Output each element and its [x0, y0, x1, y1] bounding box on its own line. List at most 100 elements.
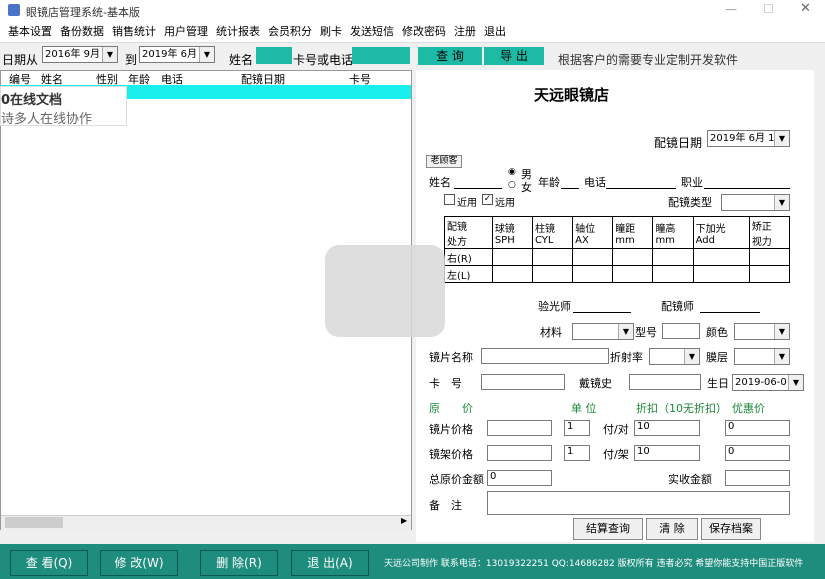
- coating-select[interactable]: ▼: [734, 348, 790, 365]
- fitting-date-select[interactable]: 2019年 6月 1日 ▼: [707, 130, 790, 147]
- remark-label: 备 注: [429, 499, 462, 512]
- actual-field[interactable]: [725, 470, 790, 486]
- history-field[interactable]: [629, 374, 701, 390]
- female-radio[interactable]: ○: [508, 180, 516, 190]
- name-input[interactable]: [256, 47, 292, 64]
- calc-button[interactable]: 结算查询: [573, 518, 643, 540]
- date-from-label: 日期从: [2, 53, 39, 67]
- rx-cell[interactable]: [531, 265, 574, 283]
- frame-qty-field[interactable]: 1: [564, 445, 590, 461]
- edit-button[interactable]: 修 改(W): [100, 550, 178, 576]
- exit-button[interactable]: 退 出(A): [291, 550, 369, 576]
- material-select[interactable]: ▼: [572, 323, 634, 340]
- menu-item[interactable]: 退出: [480, 20, 510, 42]
- rx-cell[interactable]: [748, 265, 791, 283]
- menu-item[interactable]: 注册: [450, 20, 480, 42]
- menu-item[interactable]: 发送短信: [346, 20, 398, 42]
- birthday-select[interactable]: 2019-06-0 ▼: [732, 374, 804, 391]
- delete-button[interactable]: 删 除(R): [200, 550, 278, 576]
- menu-item[interactable]: 用户管理: [160, 20, 212, 42]
- rx-cell[interactable]: [531, 248, 574, 266]
- preferential-label: 优惠价: [732, 402, 765, 415]
- date-from-select[interactable]: 2016年 9月 4 ▼: [42, 46, 118, 63]
- name-field[interactable]: [454, 174, 502, 189]
- chevron-down-icon: ▼: [774, 195, 789, 210]
- close-button[interactable]: ✕: [800, 1, 811, 16]
- name-label: 姓名: [229, 53, 254, 67]
- lens-qty-field[interactable]: 1: [564, 420, 590, 436]
- rx-cell[interactable]: [652, 248, 694, 266]
- type-select[interactable]: ▼: [721, 194, 790, 211]
- chevron-down-icon: ▼: [774, 324, 789, 339]
- menu-item[interactable]: 基本设置: [4, 20, 56, 42]
- popup-line-1: 0在线文档: [1, 93, 63, 108]
- phone-label: 电话: [584, 176, 606, 189]
- model-field[interactable]: [662, 323, 700, 339]
- maximize-button[interactable]: ☐: [763, 2, 774, 16]
- app-icon: [8, 4, 20, 16]
- save-button[interactable]: 保存档案: [701, 518, 761, 540]
- rx-cell[interactable]: [692, 248, 750, 266]
- age-label: 年龄: [538, 176, 560, 189]
- rx-cell[interactable]: [692, 265, 750, 283]
- lens-discount-field[interactable]: 10: [634, 420, 700, 436]
- color-select[interactable]: ▼: [734, 323, 790, 340]
- menu-item[interactable]: 备份数据: [56, 20, 108, 42]
- minimize-button[interactable]: —: [725, 2, 737, 16]
- date-to-select[interactable]: 2019年 6月 1 ▼: [139, 46, 215, 63]
- male-radio[interactable]: ◉: [508, 167, 516, 177]
- scroll-right-icon[interactable]: ▶: [401, 516, 407, 525]
- rx-cell[interactable]: [612, 265, 654, 283]
- near-checkbox[interactable]: [444, 194, 455, 205]
- query-button[interactable]: 查 询: [418, 47, 482, 65]
- rx-cell[interactable]: [572, 248, 614, 266]
- menu-item[interactable]: 销售统计: [108, 20, 160, 42]
- shop-title: 天远眼镜店: [534, 86, 610, 104]
- rx-header: 瞳距 mm: [612, 216, 654, 249]
- frame-price-field[interactable]: [487, 445, 552, 461]
- original-price-label: 原 价: [429, 402, 473, 415]
- view-button[interactable]: 查 看(Q): [10, 550, 88, 576]
- rx-cell[interactable]: [612, 248, 654, 266]
- export-button[interactable]: 导 出: [484, 47, 544, 65]
- scroll-thumb[interactable]: [5, 517, 63, 528]
- lens-price-field[interactable]: [487, 420, 552, 436]
- fitter-field[interactable]: [700, 298, 760, 313]
- lens-name-field[interactable]: [481, 348, 609, 364]
- card-phone-input[interactable]: [352, 47, 410, 64]
- rx-header: 配镜 处方: [444, 216, 493, 249]
- menu-item[interactable]: 统计报表: [212, 20, 264, 42]
- phone-field[interactable]: [606, 174, 676, 189]
- rx-cell[interactable]: [572, 265, 614, 283]
- clear-button[interactable]: 清 除: [646, 518, 698, 540]
- rx-cell[interactable]: [748, 248, 791, 266]
- rx-cell[interactable]: [491, 248, 533, 266]
- total-field[interactable]: 0: [487, 470, 552, 486]
- near-label: 近用: [457, 198, 477, 209]
- coating-label: 膜层: [706, 351, 728, 364]
- menu-item[interactable]: 刷卡: [316, 20, 346, 42]
- remark-field[interactable]: [487, 491, 790, 515]
- discount-label: 折扣（10无折扣）: [636, 402, 727, 415]
- job-field[interactable]: [704, 174, 790, 189]
- far-checkbox[interactable]: ✓: [482, 194, 493, 205]
- menu-item[interactable]: 修改密码: [398, 20, 450, 42]
- lens-price-label: 镜片价格: [429, 423, 473, 436]
- rx-cell[interactable]: [652, 265, 694, 283]
- unit-label: 单 位: [571, 402, 597, 415]
- pay-frame-label: 付/架: [603, 448, 629, 461]
- frame-pref-field[interactable]: 0: [725, 445, 790, 461]
- rx-cell[interactable]: [491, 265, 533, 283]
- frame-discount-field[interactable]: 10: [634, 445, 700, 461]
- refraction-select[interactable]: ▼: [649, 348, 700, 365]
- card-no-field[interactable]: [481, 374, 565, 390]
- lens-pref-field[interactable]: 0: [725, 420, 790, 436]
- chevron-down-icon: ▼: [618, 324, 633, 339]
- menu-item[interactable]: 会员积分: [264, 20, 316, 42]
- age-field[interactable]: [561, 174, 579, 189]
- color-label: 颜色: [706, 326, 728, 339]
- old-customer-button[interactable]: 老顾客: [426, 155, 462, 168]
- rx-left-label: 左(L): [444, 265, 493, 283]
- horizontal-scrollbar[interactable]: ▶: [1, 515, 411, 530]
- optometrist-field[interactable]: [573, 298, 631, 313]
